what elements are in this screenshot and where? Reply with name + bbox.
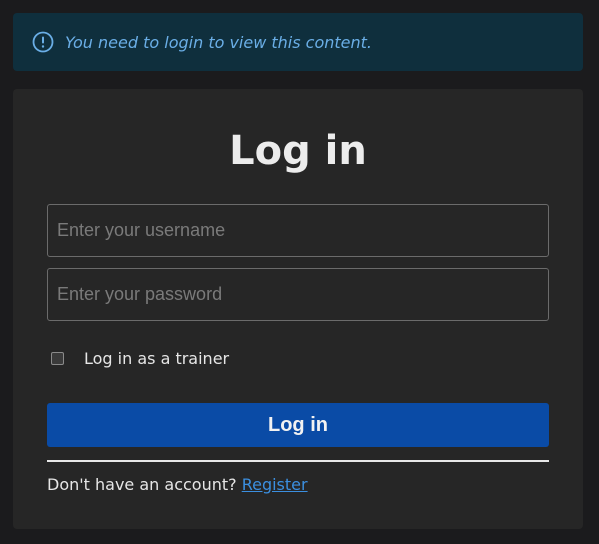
login-button[interactable]: Log in: [47, 403, 549, 447]
login-required-alert: You need to login to view this content.: [13, 13, 583, 71]
trainer-checkbox[interactable]: [51, 352, 64, 365]
alert-message: You need to login to view this content.: [65, 32, 373, 52]
page-title: Log in: [229, 128, 367, 174]
trainer-checkbox-row[interactable]: Log in as a trainer: [51, 349, 229, 368]
register-link[interactable]: Register: [242, 475, 308, 494]
login-card: Log in Log in as a trainer Log in Don't …: [13, 89, 583, 529]
password-input[interactable]: [47, 268, 549, 321]
trainer-checkbox-label[interactable]: Log in as a trainer: [84, 349, 229, 368]
username-input[interactable]: [47, 204, 549, 257]
register-prompt-text: Don't have an account?: [47, 475, 242, 494]
divider: [47, 460, 549, 462]
info-circle-icon: [32, 31, 54, 53]
register-prompt: Don't have an account? Register: [47, 475, 308, 494]
